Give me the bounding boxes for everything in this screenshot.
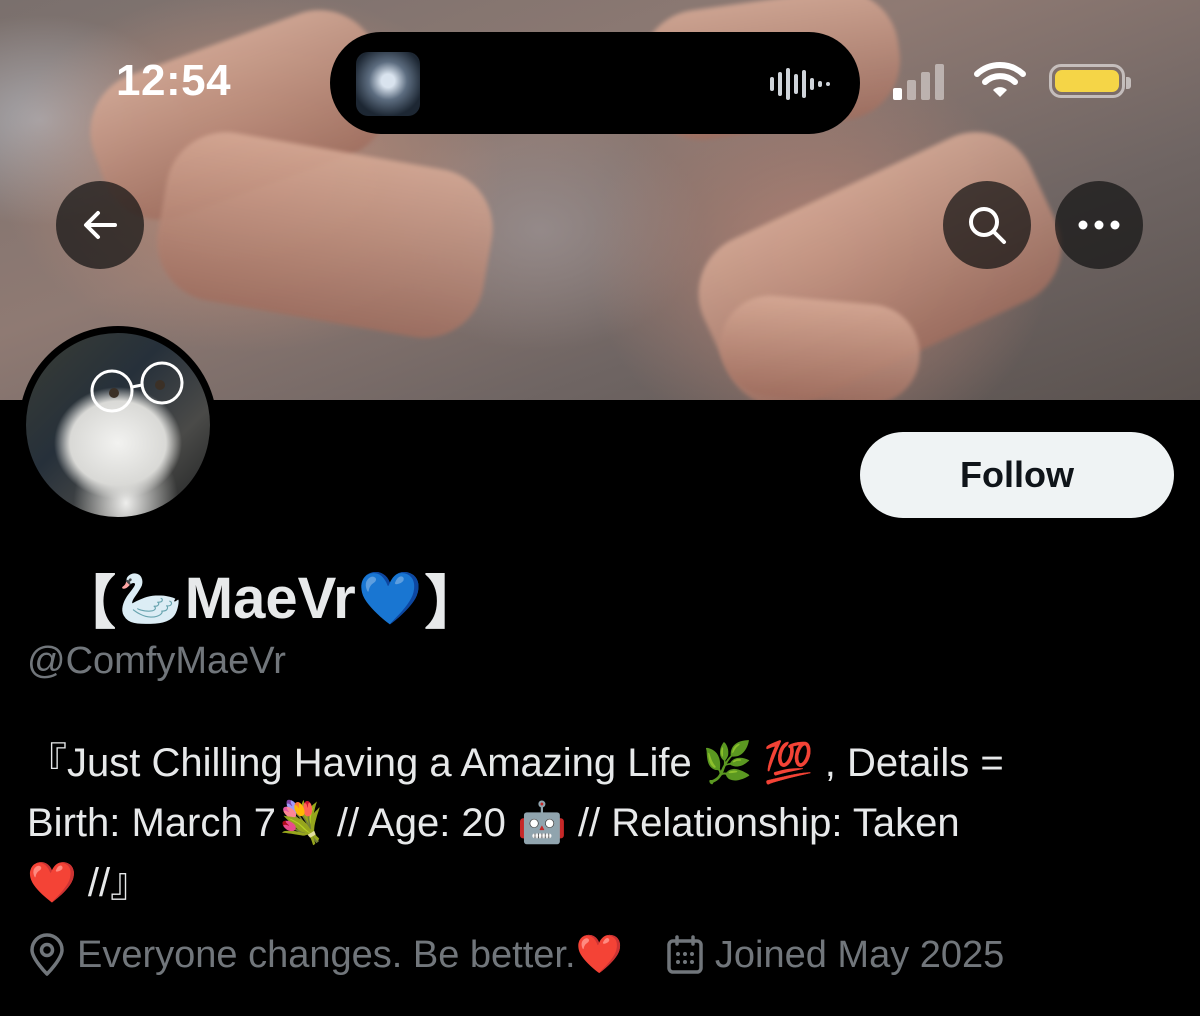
swan-emoji: 🦢 <box>118 568 183 629</box>
user-handle: @ComfyMaeVr <box>27 640 286 682</box>
location-text: Everyone changes. Be better.❤️ <box>77 934 623 976</box>
name-bracket-open: 【 <box>58 571 117 636</box>
calendar-icon <box>667 935 703 974</box>
more-button[interactable] <box>1055 181 1143 269</box>
name-bracket-close: 】 <box>424 571 483 636</box>
profile-meta: Everyone changes. Be better.❤️ Joined Ma… <box>27 933 1004 977</box>
search-icon <box>969 207 1006 244</box>
joined-item: Joined May 2025 <box>665 934 1004 977</box>
bio-line-2: Birth: March 7💐 // Age: 20 🤖 // Relation… <box>27 801 960 845</box>
cellular-signal-icon <box>893 62 944 100</box>
profile-bio: 『Just Chilling Having a Amazing Life 🌿 💯… <box>27 733 1147 913</box>
back-button[interactable] <box>56 181 144 269</box>
profile-avatar[interactable] <box>19 326 217 524</box>
bio-line-1: 『Just Chilling Having a Amazing Life 🌿 💯… <box>27 741 1004 785</box>
joined-text: Joined May 2025 <box>714 933 1005 976</box>
dynamic-island[interactable] <box>330 32 860 134</box>
now-playing-artwork <box>356 52 420 116</box>
follow-button[interactable]: Follow <box>860 432 1174 518</box>
display-name: 【 🦢 MaeVr 💙 】 <box>58 556 482 640</box>
name-text: MaeVr <box>184 565 356 631</box>
search-button[interactable] <box>943 181 1031 269</box>
status-time: 12:54 <box>116 56 232 105</box>
avatar-image <box>26 333 210 517</box>
wifi-icon <box>973 60 1027 105</box>
audio-waveform-icon <box>770 68 830 100</box>
location-item: Everyone changes. Be better.❤️ <box>27 933 623 977</box>
more-horizontal-icon <box>1078 220 1120 230</box>
arrow-left-icon <box>84 211 117 239</box>
bio-line-3: ❤️ //』 <box>27 861 151 905</box>
battery-icon <box>1049 64 1131 98</box>
location-pin-icon <box>30 933 64 976</box>
glasses-icon <box>90 361 184 413</box>
blue-heart-emoji: 💙 <box>357 568 423 629</box>
battery-fill <box>1055 70 1119 92</box>
